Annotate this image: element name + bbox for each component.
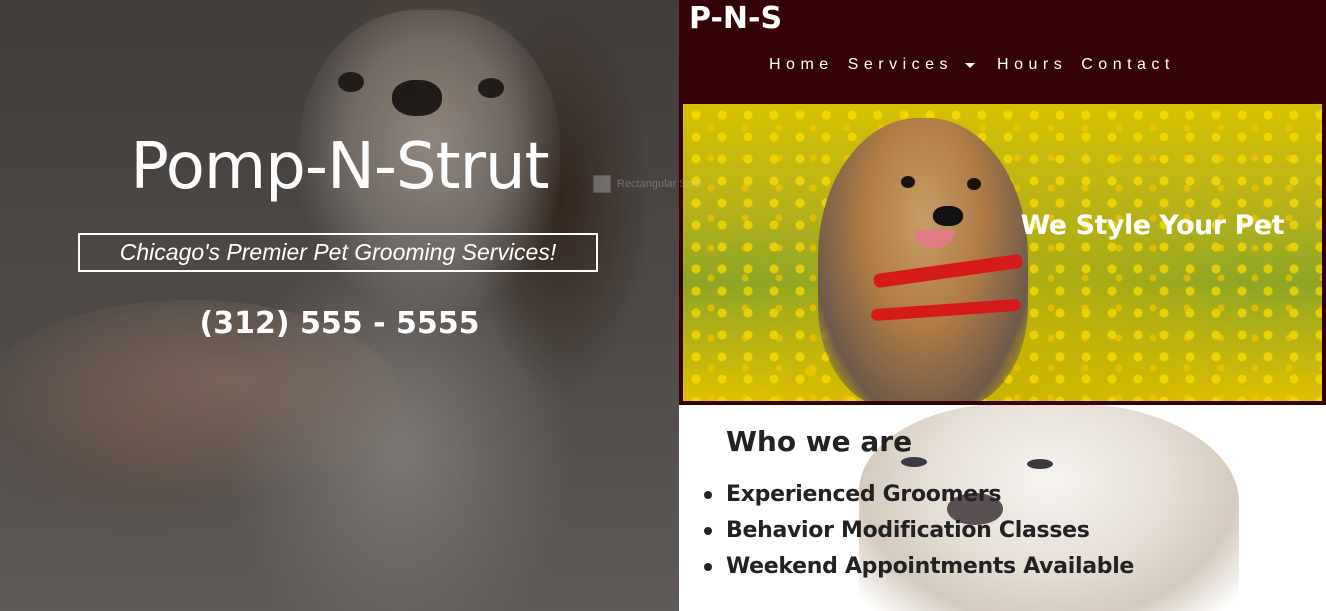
list-item: Behavior Modification Classes [703, 513, 1134, 549]
yorkie-eye [901, 176, 915, 188]
hero-tagline: Chicago's Premier Pet Grooming Services! [78, 233, 598, 272]
banner-caption: We Style Your Pet [1020, 210, 1284, 241]
main-nav: Home Services Hours Contact [769, 56, 1189, 74]
hero-content: Pomp-N-Strut Chicago's Premier Pet Groom… [0, 0, 679, 611]
retriever-eye [901, 457, 927, 467]
broken-image-placeholder: Rectangular Snip [593, 173, 713, 194]
about-list: Experienced Groomers Behavior Modificati… [703, 477, 1134, 585]
broken-image-icon [593, 174, 611, 193]
retriever-eye [1027, 459, 1053, 469]
hero-phone-number[interactable]: (312) 555 - 5555 [0, 306, 679, 341]
list-item: Experienced Groomers [703, 477, 1134, 513]
yorkie-eye [967, 178, 981, 190]
top-navbar: P-N-S Home Services Hours Contact [679, 0, 1326, 100]
hero-section: Pomp-N-Strut Chicago's Premier Pet Groom… [0, 0, 679, 611]
nav-services[interactable]: Services [848, 56, 983, 74]
site-logo[interactable]: P-N-S [689, 1, 782, 36]
chevron-down-icon [965, 62, 976, 68]
about-section: Who we are Experienced Groomers Behavior… [679, 405, 1326, 611]
broken-image-alt-text: Rectangular Snip [617, 177, 702, 190]
nav-services-label: Services [847, 56, 954, 73]
hero-title: Pomp-N-Strut [130, 130, 549, 204]
nav-hours[interactable]: Hours [997, 56, 1067, 74]
list-item: Weekend Appointments Available [703, 549, 1134, 585]
yorkie-nose [933, 206, 963, 226]
nav-contact[interactable]: Contact [1081, 56, 1175, 74]
banner-image: We Style Your Pet [679, 100, 1326, 405]
about-title: Who we are [726, 425, 913, 458]
nav-home[interactable]: Home [769, 56, 834, 74]
